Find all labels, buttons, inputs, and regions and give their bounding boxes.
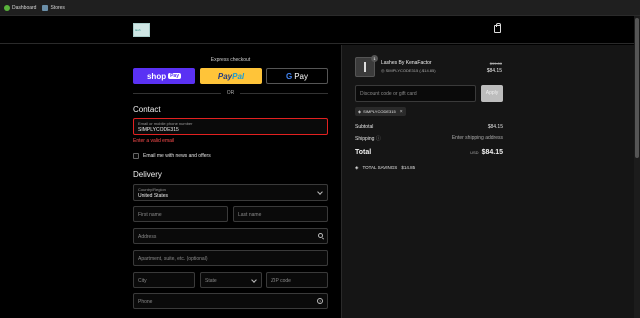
- order-summary: 1 Lashes By KenaFactor ◎ SIMPLYCODE315 (…: [341, 45, 634, 318]
- bookmarks-bar: Dashboard Stores: [0, 0, 640, 16]
- express-checkout-title: Express checkout: [210, 57, 251, 63]
- delivery-title: Delivery: [133, 170, 162, 179]
- country-select[interactable]: Country/Region United States: [133, 184, 328, 201]
- stores-icon: [42, 4, 49, 11]
- info-icon[interactable]: ⓘ: [376, 136, 381, 142]
- tag-icon: ◈: [358, 109, 362, 114]
- address-field[interactable]: Address: [133, 228, 328, 244]
- original-price: $99.00: [489, 61, 502, 66]
- chevron-down-icon: [317, 189, 323, 195]
- shop-pay-button[interactable]: shop Pay: [133, 68, 195, 84]
- bookmark-dashboard[interactable]: Dashboard: [4, 4, 37, 11]
- apartment-field[interactable]: Apartment, suite, etc. (optional): [133, 250, 328, 266]
- search-icon: [318, 233, 323, 238]
- google-pay-button[interactable]: G Pay: [266, 68, 328, 84]
- city-field[interactable]: City: [133, 272, 195, 288]
- phone-field[interactable]: Phone ?: [133, 293, 328, 309]
- discounted-price: $84.15: [486, 68, 502, 74]
- dashboard-icon: [4, 4, 10, 11]
- tag-icon: ◈: [355, 165, 359, 170]
- chevron-down-icon: [251, 277, 257, 283]
- newsletter-checkbox-row[interactable]: Email me with news and offers: [133, 153, 211, 159]
- help-icon[interactable]: ?: [317, 298, 323, 304]
- paypal-button[interactable]: Pay Pal: [200, 68, 262, 84]
- apply-button[interactable]: Apply: [481, 85, 503, 102]
- quantity-badge: 1: [371, 55, 378, 62]
- first-name-field[interactable]: First name: [133, 206, 228, 222]
- subtotal-row: Subtotal $84.15: [355, 124, 503, 130]
- applied-code-tag: ◈ SIMPLYCODE315 ×: [355, 107, 406, 116]
- bookmark-stores[interactable]: Stores: [42, 4, 65, 11]
- newsletter-checkbox[interactable]: [133, 153, 139, 159]
- last-name-field[interactable]: Last name: [233, 206, 328, 222]
- checkout-form: Express checkout shop Pay Pay Pal G Pay O…: [0, 45, 341, 318]
- discount-code-input[interactable]: Discount code or gift card: [355, 85, 476, 102]
- google-icon: G: [285, 71, 293, 81]
- shopping-bag-icon[interactable]: [494, 23, 501, 33]
- scrollbar-thumb[interactable]: [635, 18, 639, 158]
- email-field[interactable]: Email or mobile phone number SIMPLYCODE3…: [133, 118, 328, 135]
- store-logo[interactable]: lash: [133, 23, 150, 37]
- total-savings-row: ◈ TOTAL SAVINGS $14.85: [355, 165, 416, 170]
- or-divider: OR: [133, 89, 328, 97]
- contact-title: Contact: [133, 105, 161, 114]
- product-name: Lashes By KenaFactor: [381, 60, 432, 66]
- page-scrollbar[interactable]: [634, 16, 640, 318]
- bookmark-label: Dashboard: [12, 4, 37, 11]
- shipping-row: Shipping ⓘ Enter shipping address: [355, 135, 503, 142]
- product-discount-code: ◎ SIMPLYCODE315 (-$14.85): [381, 68, 436, 73]
- zip-field[interactable]: ZIP code: [266, 272, 328, 288]
- bookmark-label: Stores: [50, 4, 65, 11]
- remove-code-icon[interactable]: ×: [400, 109, 403, 115]
- site-header: lash: [0, 16, 634, 44]
- email-error-message: Enter a valid email: [133, 138, 175, 144]
- total-row: Total USD $84.15: [355, 149, 503, 156]
- state-select[interactable]: State: [200, 272, 262, 288]
